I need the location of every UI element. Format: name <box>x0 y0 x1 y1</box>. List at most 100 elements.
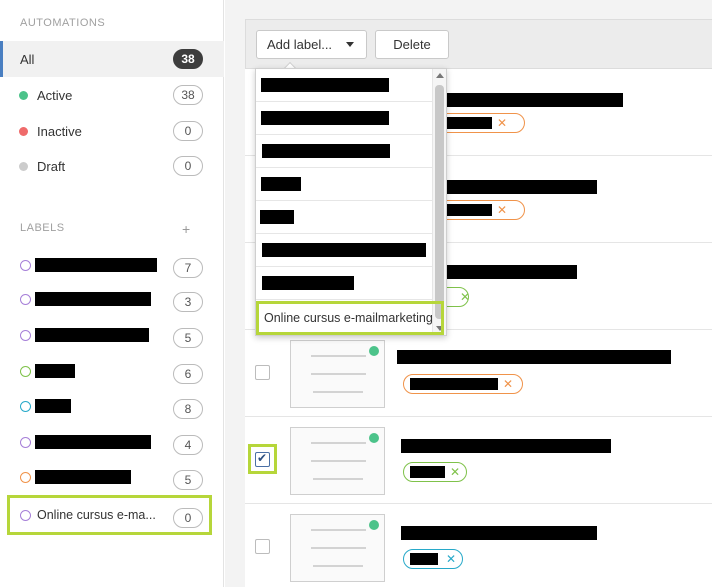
highlight-frame <box>248 444 277 474</box>
add-label-icon[interactable]: + <box>182 221 190 237</box>
redacted-tag-text <box>410 378 498 390</box>
scroll-up-icon[interactable] <box>436 73 444 78</box>
sidebar-item-draft[interactable]: Draft 0 <box>0 148 224 184</box>
dropdown-option[interactable] <box>256 69 432 102</box>
redacted-tag-text <box>410 553 438 565</box>
highlight-frame <box>7 495 212 535</box>
redacted-label <box>35 399 71 413</box>
remove-tag-icon[interactable]: ✕ <box>460 290 470 304</box>
sidebar-label-item[interactable]: 7 <box>0 250 224 280</box>
label-tag: ✕ <box>403 462 467 482</box>
thumb-line <box>313 565 363 567</box>
thumb-line <box>311 442 366 444</box>
thumb-line <box>313 391 363 393</box>
thumb-line <box>311 373 366 375</box>
add-label-dropdown-menu: Online cursus e-mailmarketing <box>255 68 447 336</box>
label-ring-icon <box>20 365 31 377</box>
sidebar-item-all[interactable]: All 38 <box>0 41 224 77</box>
dropdown-option[interactable] <box>256 135 432 168</box>
sidebar-label-item[interactable]: 5 <box>0 462 224 492</box>
active-dot-icon <box>369 433 379 443</box>
automations-section-title: AUTOMATIONS <box>20 17 106 29</box>
automation-thumbnail[interactable] <box>290 340 385 408</box>
redacted-option <box>261 177 301 191</box>
remove-tag-icon[interactable]: ✕ <box>503 377 513 391</box>
status-dot-icon <box>19 126 28 136</box>
automation-thumbnail[interactable] <box>290 427 385 495</box>
count-badge: 4 <box>173 435 203 455</box>
dropdown-option[interactable] <box>256 234 432 267</box>
remove-tag-icon[interactable]: ✕ <box>497 116 507 130</box>
redacted-title <box>425 265 577 279</box>
thumb-line <box>311 547 366 549</box>
dropdown-option[interactable] <box>256 102 432 135</box>
dropdown-option[interactable] <box>256 201 432 234</box>
sidebar-label-item[interactable]: 3 <box>0 284 224 314</box>
count-badge: 5 <box>173 328 203 348</box>
sidebar-item-label: All <box>20 51 35 67</box>
sidebar-item-active[interactable]: Active 38 <box>0 77 224 113</box>
row-checkbox[interactable] <box>255 539 270 554</box>
toolbar: Add label... Delete <box>245 19 712 69</box>
sidebar-item-label: Draft <box>37 158 66 174</box>
thumb-line <box>311 460 366 462</box>
label-tag: ✕ <box>403 549 463 569</box>
dropdown-option[interactable] <box>256 267 432 300</box>
sidebar-label-item[interactable]: 6 <box>0 356 224 386</box>
sidebar-label-item[interactable]: 5 <box>0 320 224 350</box>
redacted-option <box>261 78 389 92</box>
count-badge: 38 <box>173 85 203 105</box>
count-badge: 0 <box>173 121 203 141</box>
active-dot-icon <box>369 346 379 356</box>
label-ring-icon <box>20 293 31 305</box>
remove-tag-icon[interactable]: ✕ <box>450 465 460 479</box>
count-badge: 6 <box>173 364 203 384</box>
status-dot-icon <box>19 161 28 171</box>
redacted-label <box>35 435 151 449</box>
redacted-label <box>35 470 131 484</box>
row-checkbox[interactable] <box>255 365 270 380</box>
table-row[interactable]: ✕ <box>245 330 712 417</box>
redacted-title <box>401 439 611 453</box>
label-ring-icon <box>20 259 31 271</box>
sidebar: AUTOMATIONS All 38 Active 38 Inactive 0 … <box>0 0 224 587</box>
redacted-label <box>35 328 149 342</box>
status-dot-icon <box>19 90 28 100</box>
automation-thumbnail[interactable] <box>290 514 385 582</box>
thumb-line <box>311 529 366 531</box>
redacted-option <box>262 243 426 257</box>
delete-button[interactable]: Delete <box>375 30 449 59</box>
labels-section-title: LABELS <box>20 222 65 234</box>
table-row[interactable]: ✔ ✕ <box>245 417 712 504</box>
redacted-label <box>35 258 157 272</box>
add-label-dropdown-button[interactable]: Add label... <box>256 30 367 59</box>
thumb-line <box>313 478 363 480</box>
count-badge: 3 <box>173 292 203 312</box>
label-ring-icon <box>20 400 31 412</box>
count-badge: 38 <box>173 49 203 69</box>
dropdown-scrollbar[interactable] <box>432 69 446 335</box>
redacted-label <box>35 292 151 306</box>
redacted-option <box>262 144 390 158</box>
redacted-tag-text <box>410 466 445 478</box>
redacted-title <box>401 526 597 540</box>
remove-tag-icon[interactable]: ✕ <box>497 203 507 217</box>
thumb-line <box>311 355 366 357</box>
redacted-label <box>35 364 75 378</box>
sidebar-label-item[interactable]: 4 <box>0 427 224 457</box>
remove-tag-icon[interactable]: ✕ <box>446 552 456 566</box>
count-badge: 7 <box>173 258 203 278</box>
redacted-option <box>261 111 389 125</box>
sidebar-item-label: Inactive <box>37 123 82 139</box>
count-badge: 0 <box>173 156 203 176</box>
table-row[interactable]: ✕ <box>245 504 712 587</box>
active-dot-icon <box>369 520 379 530</box>
label-ring-icon <box>20 471 31 483</box>
sidebar-label-item[interactable]: 8 <box>0 391 224 421</box>
sidebar-item-inactive[interactable]: Inactive 0 <box>0 113 224 149</box>
redacted-title <box>425 93 623 107</box>
scrollbar-thumb[interactable] <box>435 85 444 319</box>
dropdown-option[interactable] <box>256 168 432 201</box>
redacted-title <box>425 180 597 194</box>
label-tag: ✕ <box>403 374 523 394</box>
